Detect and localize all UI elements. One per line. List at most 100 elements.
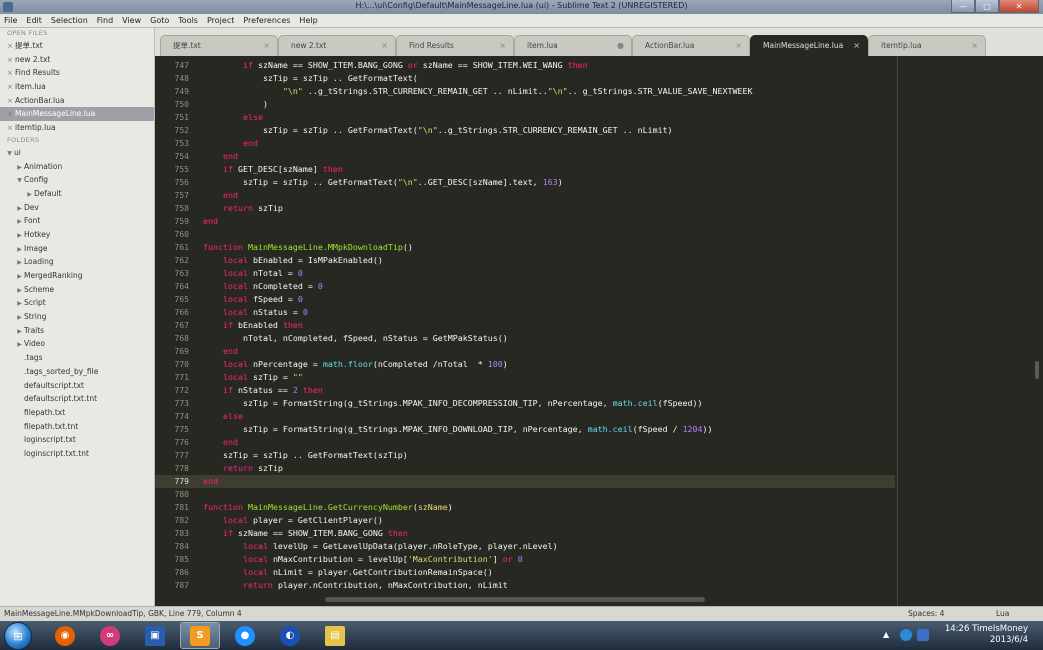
folder-tree-item[interactable]: ▶ Default (0, 187, 154, 201)
folder-tree-item[interactable]: filepath.txt.tnt (0, 420, 154, 434)
collapsed-arrow-icon[interactable]: ▶ (15, 243, 24, 257)
code-area[interactable]: if szName == SHOW_ITEM.BANG_GONG or szNa… (203, 56, 923, 606)
code-line[interactable]: szTip = szTip .. GetFormatText( (203, 72, 418, 85)
expanded-arrow-icon[interactable]: ▼ (15, 174, 24, 188)
code-line[interactable]: end (203, 436, 238, 449)
collapsed-arrow-icon[interactable]: ▶ (15, 229, 24, 243)
code-line[interactable]: end (203, 150, 238, 163)
code-line[interactable]: return player.nContribution, nMaxContrib… (203, 579, 508, 592)
menu-goto[interactable]: Goto (150, 16, 169, 25)
expanded-arrow-icon[interactable]: ▼ (5, 147, 14, 161)
code-line[interactable]: szTip = FormatString(g_tStrings.MPAK_INF… (203, 423, 713, 436)
close-file-icon[interactable]: × (5, 95, 15, 109)
code-line[interactable]: end (203, 345, 238, 358)
tab-1[interactable]: new 2.txt × (278, 35, 396, 56)
close-file-icon[interactable]: × (5, 54, 15, 68)
tab-0[interactable]: 提单.txt × (160, 35, 278, 56)
code-line[interactable]: local nLimit = player.GetContributionRem… (203, 566, 493, 579)
menu-file[interactable]: File (4, 16, 17, 25)
code-line[interactable]: return szTip (203, 202, 283, 215)
code-line[interactable]: szTip = FormatString(g_tStrings.MPAK_INF… (203, 397, 703, 410)
collapsed-arrow-icon[interactable]: ▶ (15, 256, 24, 270)
taskbar-app-button[interactable]: S (180, 622, 220, 649)
code-editor[interactable]: 747 748 749 750 751 752 753 754 755 756 757 758 759 7… (155, 56, 1043, 606)
network-icon[interactable] (900, 629, 912, 641)
folder-tree-item[interactable]: defaultscript.txt.tnt (0, 392, 154, 406)
code-line[interactable]: end (203, 137, 258, 150)
tray-expand-icon[interactable]: ▲ (883, 630, 889, 639)
close-file-icon[interactable]: × (5, 108, 15, 122)
collapsed-arrow-icon[interactable]: ▶ (15, 270, 24, 284)
maximize-button[interactable]: □ (975, 0, 999, 13)
folder-tree-item[interactable]: loginscript.txt (0, 433, 154, 447)
menu-selection[interactable]: Selection (51, 16, 88, 25)
code-line[interactable]: if szName == SHOW_ITEM.BANG_GONG then (203, 527, 408, 540)
vertical-scrollbar-thumb[interactable] (1035, 361, 1039, 379)
code-line[interactable]: end (203, 475, 218, 488)
tab-close-icon[interactable]: × (735, 36, 742, 56)
security-icon[interactable] (917, 629, 929, 641)
tab-close-icon[interactable]: × (263, 36, 270, 56)
folder-tree-item[interactable]: ▶ String (0, 310, 154, 324)
folder-tree-item[interactable]: ▼ ui (0, 146, 154, 160)
code-line[interactable]: local nCompleted = 0 (203, 280, 323, 293)
code-line[interactable]: return szTip (203, 462, 283, 475)
taskbar-app-button[interactable]: ▤ (315, 622, 355, 649)
collapsed-arrow-icon[interactable]: ▶ (15, 311, 24, 325)
code-line[interactable]: nTotal, nCompleted, fSpeed, nStatus = Ge… (203, 332, 508, 345)
tab-4[interactable]: ActionBar.lua × (632, 35, 750, 56)
open-file-item[interactable]: × MainMessageLine.lua (0, 107, 154, 122)
horizontal-scrollbar[interactable] (325, 597, 705, 602)
code-line[interactable]: if bEnabled then (203, 319, 303, 332)
code-line[interactable]: szTip = szTip .. GetFormatText("\n"..g_t… (203, 124, 673, 137)
code-line[interactable]: "\n" ..g_tStrings.STR_CURRENCY_REMAIN_GE… (203, 85, 753, 98)
collapsed-arrow-icon[interactable]: ▶ (25, 188, 34, 202)
tab-6[interactable]: itemtip.lua × (868, 35, 986, 56)
code-line[interactable]: local bEnabled = IsMPakEnabled() (203, 254, 383, 267)
folder-tree-item[interactable]: ▶ Hotkey (0, 228, 154, 242)
code-line[interactable]: local szTip = "" (203, 371, 303, 384)
indentation-setting[interactable]: Spaces: 4 (908, 609, 944, 618)
folder-tree-item[interactable]: ▶ Image (0, 242, 154, 256)
folder-tree-item[interactable]: .tags (0, 351, 154, 365)
folder-tree-item[interactable]: filepath.txt (0, 406, 154, 420)
folder-tree-item[interactable]: ▶ Dev (0, 201, 154, 215)
folder-tree-item[interactable]: loginscript.txt.tnt (0, 447, 154, 461)
code-line[interactable]: function MainMessageLine.MMpkDownloadTip… (203, 241, 413, 254)
folder-tree-item[interactable]: ▶ Video (0, 337, 154, 351)
collapsed-arrow-icon[interactable]: ▶ (15, 297, 24, 311)
code-line[interactable]: local nMaxContribution = levelUp['MaxCon… (203, 553, 523, 566)
collapsed-arrow-icon[interactable]: ▶ (15, 202, 24, 216)
menu-help[interactable]: Help (299, 16, 317, 25)
menu-project[interactable]: Project (207, 16, 234, 25)
menu-find[interactable]: Find (97, 16, 113, 25)
close-button[interactable]: ✕ (999, 0, 1039, 13)
taskbar-app-button[interactable]: ∞ (90, 622, 130, 649)
collapsed-arrow-icon[interactable]: ▶ (15, 338, 24, 352)
taskbar-app-button[interactable]: ▣ (135, 622, 175, 649)
code-line[interactable]: end (203, 215, 218, 228)
tab-close-icon[interactable]: × (971, 36, 978, 56)
code-line[interactable]: szTip = szTip .. GetFormatText("\n"..GET… (203, 176, 563, 189)
folder-tree-item[interactable]: ▶ Script (0, 296, 154, 310)
clock[interactable]: 14:26 TimeIsMoney 2013/6/4 (936, 624, 1028, 646)
folder-tree-item[interactable]: ▶ Scheme (0, 283, 154, 297)
open-file-item[interactable]: × item.lua (0, 80, 154, 94)
collapsed-arrow-icon[interactable]: ▶ (15, 215, 24, 229)
open-file-item[interactable]: × itemtip.lua (0, 121, 154, 135)
close-file-icon[interactable]: × (5, 81, 15, 95)
tab-5[interactable]: MainMessageLine.lua × (750, 35, 868, 56)
taskbar-app-button[interactable]: ● (225, 622, 265, 649)
code-line[interactable]: else (203, 410, 243, 423)
close-file-icon[interactable]: × (5, 67, 15, 81)
tab-2[interactable]: Find Results × (396, 35, 514, 56)
collapsed-arrow-icon[interactable]: ▶ (15, 161, 24, 175)
taskbar-app-button[interactable]: ◐ (270, 622, 310, 649)
collapsed-arrow-icon[interactable]: ▶ (15, 325, 24, 339)
close-file-icon[interactable]: × (5, 122, 15, 136)
tab-close-icon[interactable]: × (499, 36, 506, 56)
folder-tree-item[interactable]: defaultscript.txt (0, 379, 154, 393)
menu-tools[interactable]: Tools (178, 16, 198, 25)
menu-preferences[interactable]: Preferences (243, 16, 290, 25)
code-line[interactable]: local nTotal = 0 (203, 267, 303, 280)
